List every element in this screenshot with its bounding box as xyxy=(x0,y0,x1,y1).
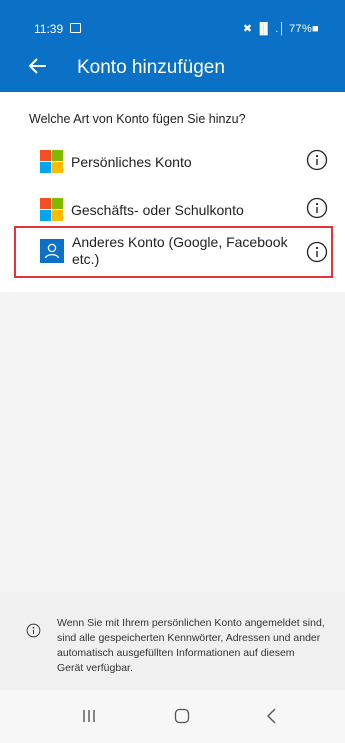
back-icon[interactable] xyxy=(262,706,282,726)
page-title: Konto hinzufügen xyxy=(77,57,225,78)
person-icon xyxy=(40,239,64,263)
info-icon xyxy=(26,623,41,638)
empty-area xyxy=(0,292,345,592)
info-footer: Wenn Sie mit Ihrem persönlichen Konto an… xyxy=(0,592,345,690)
home-icon[interactable] xyxy=(172,706,192,726)
system-nav-bar xyxy=(0,690,345,743)
account-option-label: Geschäfts- oder Schulkonto xyxy=(71,202,244,218)
account-option-work-school[interactable]: Geschäfts- oder Schulkonto xyxy=(0,192,345,226)
title-bar: Konto hinzufügen xyxy=(0,48,345,88)
info-icon[interactable] xyxy=(306,241,328,263)
microsoft-logo-icon xyxy=(40,150,63,173)
recent-apps-icon[interactable] xyxy=(79,706,99,726)
image-icon xyxy=(70,23,81,33)
arrow-left-icon[interactable] xyxy=(26,54,50,78)
status-time: 11:39 xyxy=(34,22,64,36)
status-bar: 11:39 ✖︎ ▐▌ .│ 77%■ xyxy=(0,0,345,40)
account-option-personal[interactable]: Persönliches Konto xyxy=(0,144,345,178)
info-icon[interactable] xyxy=(306,197,328,219)
footer-text: Wenn Sie mit Ihrem persönlichen Konto an… xyxy=(57,617,325,674)
microsoft-logo-icon xyxy=(40,198,63,221)
account-option-label: Anderes Konto (Google, Facebook etc.) xyxy=(72,234,288,267)
app-bar: 11:39 ✖︎ ▐▌ .│ 77%■ Konto hinzufügen xyxy=(0,0,345,92)
info-icon[interactable] xyxy=(306,149,328,171)
question-text: Welche Art von Konto fügen Sie hinzu? xyxy=(29,112,246,126)
account-option-other[interactable]: Anderes Konto (Google, Facebook etc.) xyxy=(14,226,333,278)
status-indicators: ✖︎ ▐▌ .│ 77%■ xyxy=(242,23,319,35)
account-option-label: Persönliches Konto xyxy=(71,154,192,170)
